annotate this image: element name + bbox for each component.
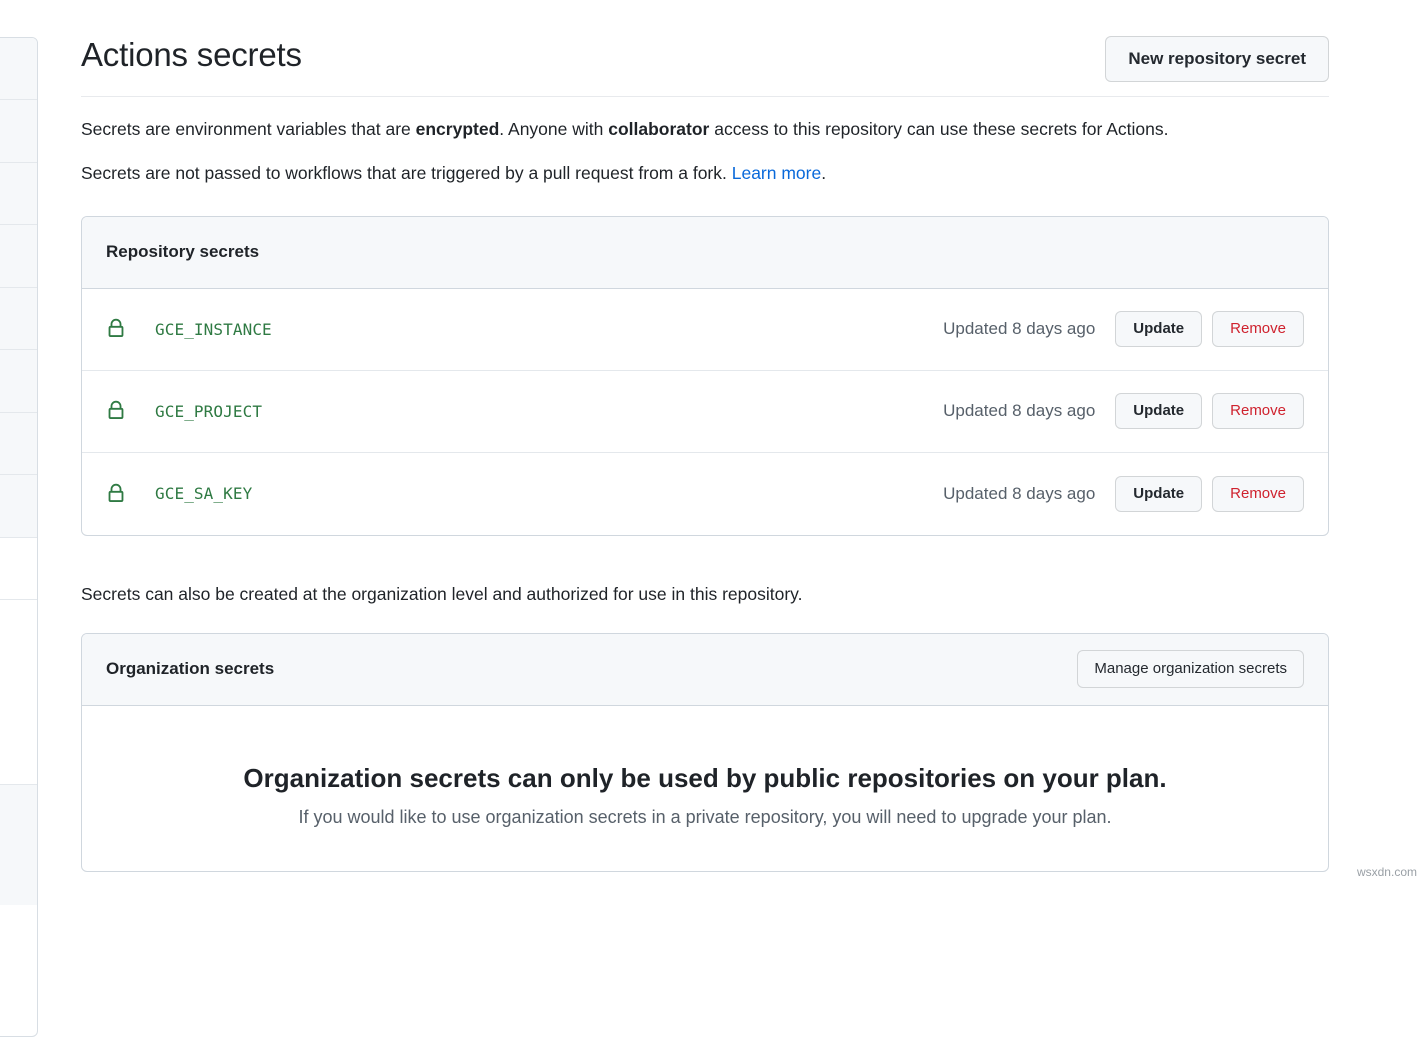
- settings-sidebar: [0, 37, 38, 1037]
- secret-name: GCE_SA_KEY: [155, 484, 252, 503]
- lock-icon: [106, 400, 126, 422]
- page-title: Actions secrets: [81, 34, 302, 75]
- secret-row: GCE_INSTANCE Updated 8 days ago Update Remo…: [82, 289, 1328, 371]
- remove-secret-button[interactable]: Remove: [1212, 476, 1304, 512]
- intro-text-4: Secrets are not passed to workflows that…: [81, 163, 732, 183]
- lock-icon: [106, 318, 126, 340]
- intro-text-1: Secrets are environment variables that a…: [81, 119, 416, 139]
- sidebar-item[interactable]: [0, 288, 37, 350]
- page-header: Actions secrets New repository secret: [81, 0, 1329, 97]
- main-content: Actions secrets New repository secret Se…: [81, 0, 1329, 872]
- repository-secrets-header: Repository secrets: [82, 217, 1328, 289]
- lock-icon: [106, 483, 126, 505]
- intro-bold-encrypted: encrypted: [416, 119, 500, 139]
- repository-secrets-title: Repository secrets: [106, 242, 259, 262]
- intro-text-3: access to this repository can use these …: [709, 119, 1168, 139]
- secret-updated-timestamp: Updated 8 days ago: [943, 484, 1095, 504]
- repository-secrets-list: GCE_INSTANCE Updated 8 days ago Update Remo…: [82, 289, 1328, 535]
- organization-secrets-header: Organization secrets Manage organization…: [82, 634, 1328, 706]
- sidebar-item[interactable]: [0, 538, 37, 600]
- sidebar-item[interactable]: [0, 475, 37, 538]
- update-secret-button[interactable]: Update: [1115, 393, 1202, 429]
- sidebar-item[interactable]: [0, 100, 37, 163]
- secret-updated-timestamp: Updated 8 days ago: [943, 401, 1095, 421]
- remove-secret-button[interactable]: Remove: [1212, 393, 1304, 429]
- blankslate-description: If you would like to use organization se…: [106, 805, 1304, 830]
- sidebar-item[interactable]: [0, 785, 37, 905]
- sidebar-item[interactable]: [0, 38, 37, 100]
- blankslate-heading: Organization secrets can only be used by…: [106, 762, 1304, 796]
- secret-updated-timestamp: Updated 8 days ago: [943, 319, 1095, 339]
- intro-bold-collaborator: collaborator: [608, 119, 709, 139]
- secret-row-actions: Update Remove: [1115, 393, 1304, 429]
- secret-row: GCE_PROJECT Updated 8 days ago Update Remov…: [82, 371, 1328, 453]
- learn-more-link[interactable]: Learn more: [732, 163, 822, 183]
- update-secret-button[interactable]: Update: [1115, 311, 1202, 347]
- intro-text-2: . Anyone with: [499, 119, 608, 139]
- sidebar-item[interactable]: [0, 163, 37, 225]
- update-secret-button[interactable]: Update: [1115, 476, 1202, 512]
- sidebar-item[interactable]: [0, 350, 37, 413]
- watermark: wsxdn.com: [1357, 865, 1417, 879]
- secret-name: GCE_INSTANCE: [155, 320, 272, 339]
- repository-secrets-card: Repository secrets GCE_INSTANCE Updated 8…: [81, 216, 1329, 536]
- manage-organization-secrets-button[interactable]: Manage organization secrets: [1077, 650, 1304, 688]
- secret-row-actions: Update Remove: [1115, 311, 1304, 347]
- sidebar-item-active[interactable]: [0, 600, 37, 785]
- secret-row-actions: Update Remove: [1115, 476, 1304, 512]
- intro-paragraph-fork: Secrets are not passed to workflows that…: [81, 144, 1329, 187]
- organization-secrets-title: Organization secrets: [106, 659, 274, 679]
- new-repository-secret-button[interactable]: New repository secret: [1105, 36, 1329, 82]
- intro-text-5: .: [821, 163, 826, 183]
- secret-row: GCE_SA_KEY Updated 8 days ago Update Remove: [82, 453, 1328, 535]
- organization-secrets-blankslate: Organization secrets can only be used by…: [82, 706, 1328, 871]
- sidebar-item[interactable]: [0, 225, 37, 288]
- secret-name: GCE_PROJECT: [155, 402, 262, 421]
- organization-note: Secrets can also be created at the organ…: [81, 536, 1329, 605]
- organization-secrets-card: Organization secrets Manage organization…: [81, 633, 1329, 872]
- sidebar-item[interactable]: [0, 413, 37, 475]
- remove-secret-button[interactable]: Remove: [1212, 311, 1304, 347]
- intro-paragraph-encrypted: Secrets are environment variables that a…: [81, 97, 1329, 143]
